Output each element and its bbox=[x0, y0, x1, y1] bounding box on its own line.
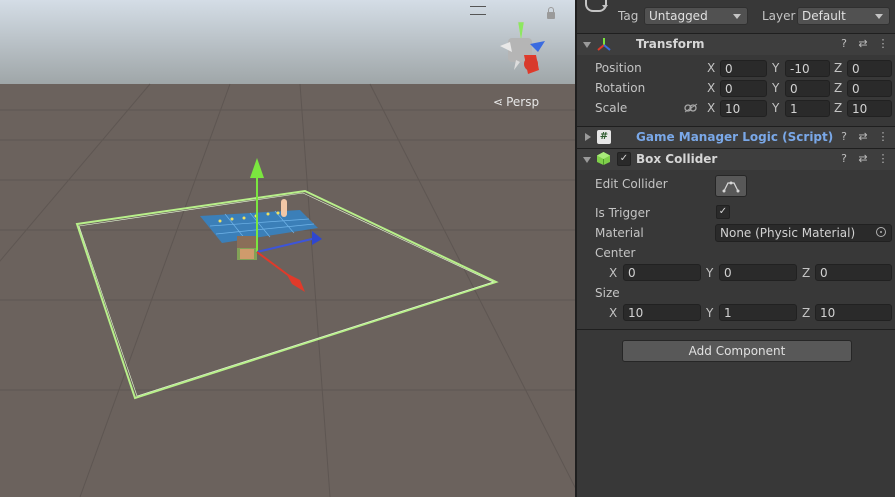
scene-canvas[interactable] bbox=[0, 0, 575, 497]
chevron-down-icon bbox=[602, 5, 608, 9]
size-y-field[interactable]: 1 bbox=[719, 304, 797, 321]
axis-y-label[interactable]: Y bbox=[706, 306, 713, 320]
ground-plane bbox=[0, 84, 575, 497]
divider bbox=[577, 329, 895, 330]
help-icon[interactable]: ? bbox=[837, 152, 851, 166]
script-title[interactable]: Game Manager Logic (Script) bbox=[636, 130, 833, 144]
scale-label: Scale bbox=[595, 101, 628, 115]
axis-y-label[interactable]: Y bbox=[772, 81, 779, 95]
rotation-x-field[interactable]: 0 bbox=[720, 80, 767, 97]
layer-label: Layer bbox=[762, 9, 796, 23]
scene-menu-icon[interactable] bbox=[470, 6, 486, 15]
axis-z-label[interactable]: Z bbox=[834, 61, 842, 75]
position-z-field[interactable]: 0 bbox=[847, 60, 892, 77]
script-component-header[interactable]: # Game Manager Logic (Script) ? ⇄ ⋮ bbox=[577, 126, 895, 148]
fold-triangle-icon[interactable] bbox=[585, 133, 591, 141]
size-label: Size bbox=[595, 286, 620, 300]
box-collider-icon bbox=[597, 152, 610, 165]
transform-icon bbox=[597, 38, 611, 51]
size-x-field[interactable]: 10 bbox=[623, 304, 701, 321]
rotation-label: Rotation bbox=[595, 81, 646, 95]
skybox bbox=[0, 0, 575, 84]
rotation-z-field[interactable]: 0 bbox=[847, 80, 892, 97]
fold-triangle-icon[interactable] bbox=[583, 157, 591, 163]
is-trigger-checkbox[interactable]: ✓ bbox=[716, 205, 730, 219]
center-x-field[interactable]: 0 bbox=[623, 264, 701, 281]
material-value: None (Physic Material) bbox=[720, 226, 856, 240]
lock-icon[interactable] bbox=[547, 7, 555, 19]
axis-x-label[interactable]: X bbox=[707, 81, 715, 95]
presets-icon[interactable]: ⇄ bbox=[856, 37, 870, 51]
transform-title: Transform bbox=[636, 37, 705, 51]
center-label: Center bbox=[595, 246, 636, 260]
edit-collider-button[interactable] bbox=[715, 175, 747, 197]
object-picker-icon[interactable] bbox=[876, 227, 886, 237]
position-y-field[interactable]: -10 bbox=[785, 60, 830, 77]
axis-y-label[interactable]: Y bbox=[772, 61, 779, 75]
axis-x-label[interactable]: X bbox=[609, 266, 617, 280]
axis-z-label[interactable]: Z bbox=[802, 266, 810, 280]
scale-x-field[interactable]: 10 bbox=[720, 100, 767, 117]
help-icon[interactable]: ? bbox=[837, 37, 851, 51]
rotation-y-field[interactable]: 0 bbox=[785, 80, 830, 97]
size-z-field[interactable]: 10 bbox=[815, 304, 892, 321]
help-icon[interactable]: ? bbox=[837, 130, 851, 144]
tag-dropdown[interactable]: Untagged bbox=[644, 7, 748, 25]
chevron-down-icon bbox=[733, 14, 741, 19]
axis-x-label[interactable]: X bbox=[707, 101, 715, 115]
kebab-menu-icon[interactable]: ⋮ bbox=[876, 152, 890, 166]
box-collider-title: Box Collider bbox=[636, 152, 718, 166]
scene-view[interactable]: ⋖ Persp bbox=[0, 0, 575, 497]
axis-x-label[interactable]: X bbox=[707, 61, 715, 75]
edit-bounds-icon bbox=[722, 181, 740, 193]
add-component-button[interactable]: Add Component bbox=[622, 340, 852, 362]
center-z-field[interactable]: 0 bbox=[815, 264, 892, 281]
axis-y-label[interactable]: Y bbox=[706, 266, 713, 280]
player-capsule bbox=[281, 199, 287, 217]
axis-z-label[interactable]: Z bbox=[834, 81, 842, 95]
presets-icon[interactable]: ⇄ bbox=[856, 152, 870, 166]
kebab-menu-icon[interactable]: ⋮ bbox=[876, 37, 890, 51]
position-x-field[interactable]: 0 bbox=[720, 60, 767, 77]
axis-x-label[interactable]: X bbox=[609, 306, 617, 320]
scale-y-field[interactable]: 1 bbox=[785, 100, 830, 117]
enabled-checkbox[interactable]: ✓ bbox=[617, 152, 631, 166]
is-trigger-label: Is Trigger bbox=[595, 206, 650, 220]
material-field[interactable]: None (Physic Material) bbox=[715, 224, 892, 242]
projection-toggle[interactable]: ⋖ Persp bbox=[493, 95, 539, 109]
center-y-field[interactable]: 0 bbox=[719, 264, 797, 281]
tag-label: Tag bbox=[618, 9, 639, 23]
edit-collider-label: Edit Collider bbox=[595, 177, 668, 191]
script-icon: # bbox=[597, 130, 611, 144]
box-collider-header[interactable]: ✓ Box Collider ? ⇄ ⋮ bbox=[577, 148, 895, 170]
inspector-panel: Tag Untagged Layer Default Transform ? ⇄… bbox=[577, 0, 895, 497]
layer-dropdown[interactable]: Default bbox=[797, 7, 890, 25]
kebab-menu-icon[interactable]: ⋮ bbox=[876, 130, 890, 144]
constrain-proportions-icon[interactable] bbox=[684, 103, 698, 113]
layer-value: Default bbox=[802, 9, 846, 23]
scale-z-field[interactable]: 10 bbox=[847, 100, 892, 117]
transform-header[interactable]: Transform ? ⇄ ⋮ bbox=[577, 33, 895, 55]
axis-z-label[interactable]: Z bbox=[834, 101, 842, 115]
axis-y-label[interactable]: Y bbox=[772, 101, 779, 115]
axis-z-label[interactable]: Z bbox=[802, 306, 810, 320]
position-label: Position bbox=[595, 61, 642, 75]
projection-label: Persp bbox=[506, 95, 540, 109]
chevron-down-icon bbox=[875, 14, 883, 19]
fold-triangle-icon[interactable] bbox=[583, 42, 591, 48]
presets-icon[interactable]: ⇄ bbox=[856, 130, 870, 144]
tag-value: Untagged bbox=[649, 9, 708, 23]
material-label: Material bbox=[595, 226, 644, 240]
